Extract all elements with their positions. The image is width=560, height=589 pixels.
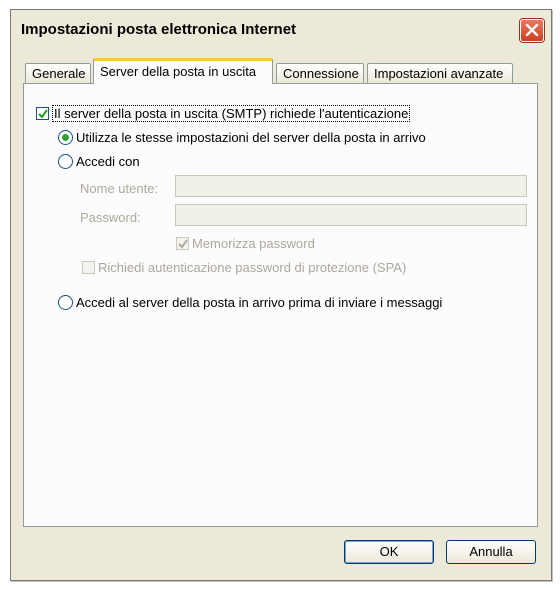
login-with-label: Accedi con (76, 154, 140, 170)
title-bar[interactable]: Impostazioni posta elettronica Internet (11, 10, 551, 48)
spa-checkbox[interactable] (82, 261, 95, 275)
password-label: Password: (80, 210, 141, 225)
same-settings-option[interactable]: Utilizza le stesse impostazioni del serv… (58, 129, 426, 146)
same-settings-label: Utilizza le stesse impostazioni del serv… (76, 130, 426, 146)
window-title: Impostazioni posta elettronica Internet (21, 21, 297, 38)
close-button[interactable] (520, 19, 544, 42)
login-incoming-first-option[interactable]: Accedi al server della posta in arrivo p… (58, 294, 443, 311)
username-label: Nome utente: (80, 181, 159, 196)
smtp-auth-option[interactable]: Il server della posta in uscita (SMTP) r… (36, 105, 411, 123)
login-with-radio[interactable] (58, 154, 73, 170)
remember-password-option[interactable]: Memorizza password (176, 235, 315, 251)
login-with-option[interactable]: Accedi con (58, 153, 140, 170)
login-incoming-first-label: Accedi al server della posta in arrivo p… (76, 295, 443, 311)
close-icon (525, 23, 539, 37)
smtp-auth-label: Il server della posta in uscita (SMTP) r… (52, 105, 411, 123)
spa-label: Richiedi autenticazione password di prot… (98, 260, 407, 276)
remember-password-checkbox[interactable] (176, 237, 189, 251)
same-settings-radio[interactable] (58, 130, 73, 146)
check-icon (38, 109, 48, 119)
username-field[interactable] (175, 175, 527, 197)
login-incoming-first-radio[interactable] (58, 295, 73, 311)
dialog-window: Impostazioni posta elettronica Internet … (10, 9, 552, 581)
spa-option[interactable]: Richiedi autenticazione password di prot… (82, 259, 406, 275)
smtp-auth-checkbox[interactable] (36, 107, 49, 121)
tab-panel: Il server della posta in uscita (SMTP) r… (23, 83, 538, 527)
tab-connessione[interactable]: Connessione (276, 63, 364, 83)
tab-generale[interactable]: Generale (25, 63, 91, 83)
remember-password-label: Memorizza password (192, 236, 315, 252)
tab-server-uscita[interactable]: Server della posta in uscita (93, 58, 273, 84)
password-field[interactable] (175, 204, 527, 226)
ok-button[interactable]: OK (344, 540, 434, 564)
radio-selected-dot (62, 134, 69, 142)
check-icon (178, 239, 188, 249)
cancel-button[interactable]: Annulla (446, 540, 536, 564)
tab-impostazioni-avanzate[interactable]: Impostazioni avanzate (367, 63, 513, 83)
